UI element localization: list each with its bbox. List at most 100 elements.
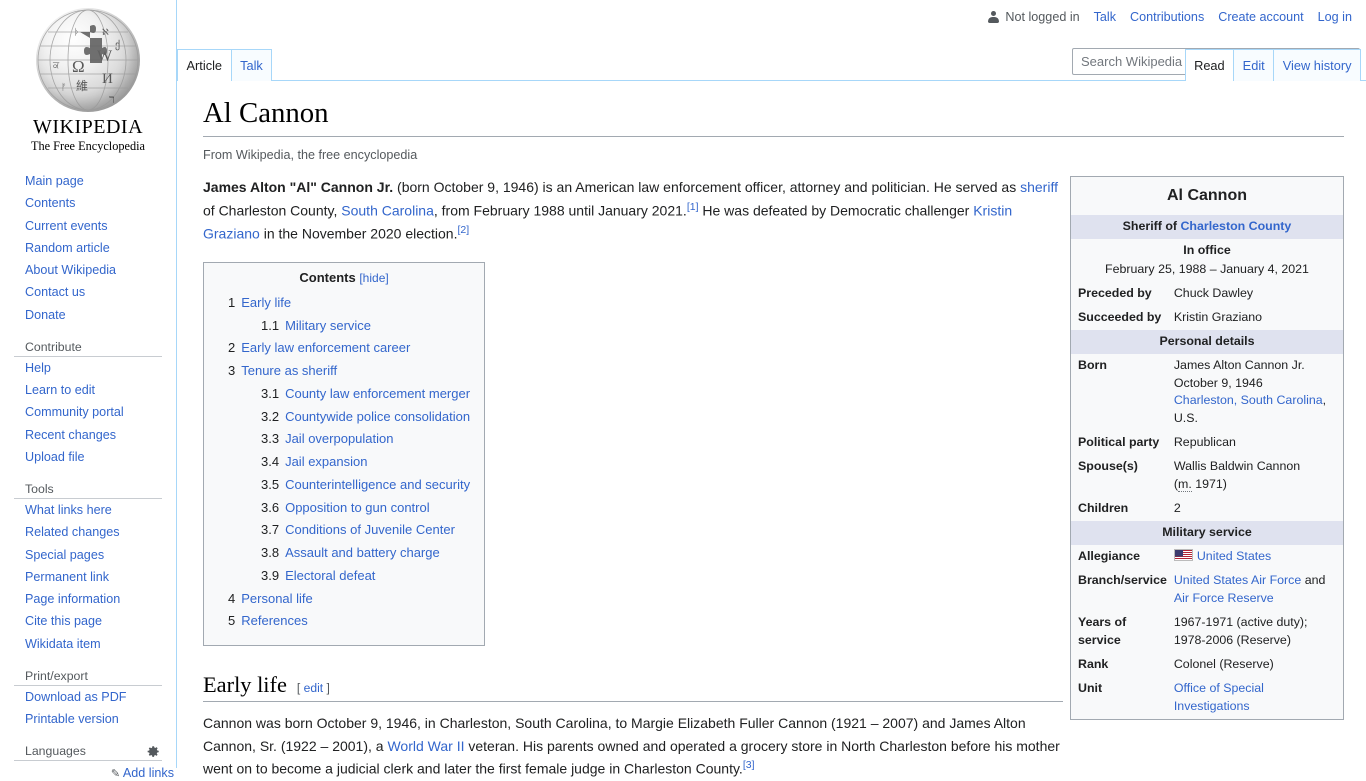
toc-entry[interactable]: 3.2 Countywide police consolidation [218,406,470,429]
toc-text[interactable]: Opposition to gun control [285,500,430,515]
sidebar-link-donate[interactable]: Donate [14,304,176,326]
sidebar-link-learn-to-edit[interactable]: Learn to edit [14,379,176,401]
infobox-branch-link-2[interactable]: Air Force Reserve [1174,591,1274,605]
sidebar-link-download-as-pdf[interactable]: Download as PDF [14,686,176,708]
sidebar-item-contact-us[interactable]: Contact us [14,281,176,303]
infobox-allegiance-link[interactable]: United States [1197,549,1271,563]
sidebar-item-what-links-here[interactable]: What links here [14,499,176,521]
link-world-war-ii[interactable]: World War II [387,738,464,754]
toc-entry[interactable]: 3.8 Assault and battery charge [218,542,470,565]
personal-link-talk[interactable]: Talk [1094,10,1116,24]
toc-text[interactable]: Counterintelligence and security [285,477,470,492]
toc-entry[interactable]: 3 Tenure as sheriff [218,360,470,383]
sidebar-item-page-information[interactable]: Page information [14,588,176,610]
sidebar-link-random-article[interactable]: Random article [14,237,176,259]
toc-text[interactable]: Tenure as sheriff [241,363,337,378]
lead-link-south-carolina[interactable]: South Carolina [341,203,434,219]
sidebar-link-community-portal[interactable]: Community portal [14,401,176,423]
sidebar-item-recent-changes[interactable]: Recent changes [14,424,176,446]
sidebar-item-random-article[interactable]: Random article [14,237,176,259]
sidebar-link-contents[interactable]: Contents [14,192,176,214]
tab-view-history[interactable]: View history [1273,49,1361,81]
sidebar-item-donate[interactable]: Donate [14,304,176,326]
sidebar-item-about-wikipedia[interactable]: About Wikipedia [14,259,176,281]
reference-3-link[interactable]: [3] [743,759,755,771]
sidebar-item-printable-version[interactable]: Printable version [14,708,176,730]
sidebar-item-wikidata-item[interactable]: Wikidata item [14,633,176,655]
toc-entry[interactable]: 3.6 Opposition to gun control [218,497,470,520]
sidebar-link-printable-version[interactable]: Printable version [14,708,176,730]
toc-text[interactable]: Military service [285,318,371,333]
toc-text[interactable]: County law enforcement merger [285,386,470,401]
sidebar-link-contact-us[interactable]: Contact us [14,281,176,303]
personal-link-contributions[interactable]: Contributions [1130,10,1204,24]
reference-2[interactable]: [2] [458,224,470,236]
toc-entry[interactable]: 1 Early life [218,292,470,315]
sidebar-item-current-events[interactable]: Current events [14,215,176,237]
toc-entry[interactable]: 3.5 Counterintelligence and security [218,474,470,497]
add-links-row[interactable]: ✎ Add links [14,766,176,780]
sidebar-link-upload-file[interactable]: Upload file [14,446,176,468]
sidebar-link-cite-this-page[interactable]: Cite this page [14,610,176,632]
toc-text[interactable]: Jail expansion [285,454,367,469]
infobox-unit-link[interactable]: Office of Special Investigations [1174,681,1264,713]
sidebar-item-related-changes[interactable]: Related changes [14,521,176,543]
sidebar-item-learn-to-edit[interactable]: Learn to edit [14,379,176,401]
personal-link-create-account[interactable]: Create account [1218,10,1303,24]
toc-entry[interactable]: 3.3 Jail overpopulation [218,428,470,451]
sidebar-link-what-links-here[interactable]: What links here [14,499,176,521]
toc-entry[interactable]: 3.7 Conditions of Juvenile Center [218,519,470,542]
sidebar-item-main-page[interactable]: Main page [14,170,176,192]
wikipedia-logo[interactable]: Ω W И 維 ר ਕ ᚠ ქ ℵ ᚦ WIKIPEDIA The Free E… [8,8,168,154]
tab-article[interactable]: Article [177,49,232,81]
personal-link-login[interactable]: Log in [1318,10,1352,24]
sidebar-link-wikidata-item[interactable]: Wikidata item [14,633,176,655]
infobox-born-place-link[interactable]: Charleston, South Carolina [1174,393,1323,407]
edit-section-link[interactable]: edit [304,681,324,695]
sidebar-link-current-events[interactable]: Current events [14,215,176,237]
tab-read[interactable]: Read [1184,49,1235,81]
toc-text[interactable]: Assault and battery charge [285,545,440,560]
toc-text[interactable]: Early law enforcement career [241,340,410,355]
toc-text[interactable]: Jail overpopulation [285,431,393,446]
reference-3[interactable]: [3] [743,759,755,771]
add-links-button[interactable]: Add links [123,766,174,780]
reference-2-link[interactable]: [2] [458,224,470,236]
toc-text[interactable]: Electoral defeat [285,568,375,583]
sidebar-link-help[interactable]: Help [14,357,176,379]
tab-edit[interactable]: Edit [1233,49,1275,81]
sidebar-link-related-changes[interactable]: Related changes [14,521,176,543]
toc-text[interactable]: Personal life [241,591,313,606]
toc-entry[interactable]: 1.1 Military service [218,315,470,338]
sidebar-item-special-pages[interactable]: Special pages [14,544,176,566]
toc-toggle[interactable]: [hide] [359,271,388,285]
infobox-branch-link-1[interactable]: United States Air Force [1174,573,1301,587]
toc-entry[interactable]: 2 Early law enforcement career [218,337,470,360]
toc-text[interactable]: Countywide police consolidation [285,409,470,424]
sidebar-link-about-wikipedia[interactable]: About Wikipedia [14,259,176,281]
toc-entry[interactable]: 3.9 Electoral defeat [218,565,470,588]
sidebar-link-permanent-link[interactable]: Permanent link [14,566,176,588]
toc-entry[interactable]: 3.1 County law enforcement merger [218,383,470,406]
toc-text[interactable]: Early life [241,295,291,310]
sidebar-link-special-pages[interactable]: Special pages [14,544,176,566]
toc-hide-link[interactable]: [hide] [359,271,388,285]
sidebar-link-recent-changes[interactable]: Recent changes [14,424,176,446]
lead-link-sheriff[interactable]: sheriff [1020,179,1058,195]
sidebar-item-permanent-link[interactable]: Permanent link [14,566,176,588]
toc-entry[interactable]: 5 References [218,610,470,633]
tab-talk[interactable]: Talk [230,49,273,81]
sidebar-item-contents[interactable]: Contents [14,192,176,214]
reference-1-link[interactable]: [1] [687,201,699,213]
sidebar-item-upload-file[interactable]: Upload file [14,446,176,468]
sidebar-item-download-as-pdf[interactable]: Download as PDF [14,686,176,708]
reference-1[interactable]: [1] [687,201,699,213]
toc-text[interactable]: Conditions of Juvenile Center [285,522,455,537]
sidebar-item-help[interactable]: Help [14,357,176,379]
infobox-office-link[interactable]: Charleston County [1180,219,1291,233]
toc-entry[interactable]: 4 Personal life [218,588,470,611]
toc-text[interactable]: References [241,613,307,628]
toc-entry[interactable]: 3.4 Jail expansion [218,451,470,474]
sidebar-link-main-page[interactable]: Main page [14,170,176,192]
sidebar-link-page-information[interactable]: Page information [14,588,176,610]
